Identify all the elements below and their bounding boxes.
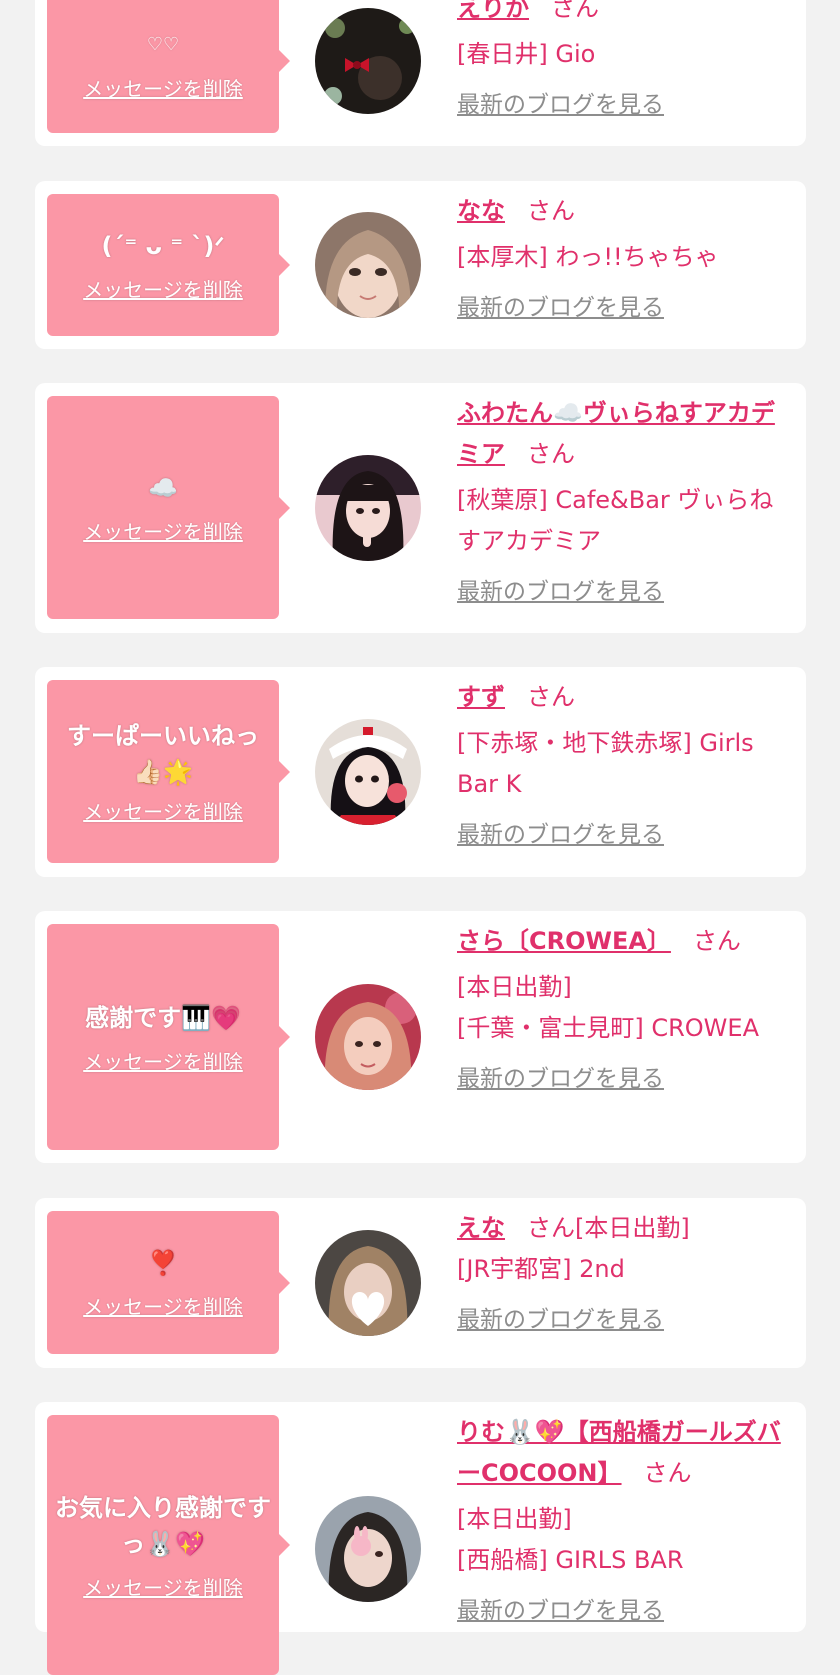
favorite-card: お気に入り感謝ですっ🐰💖 メッセージを削除 りむ🐰💖【西船橋ガールズバーCOCO… — [35, 1402, 806, 1675]
message-text: ☁️ — [148, 474, 178, 502]
avatar[interactable] — [315, 1496, 421, 1602]
cast-info: りむ🐰💖【西船橋ガールズバーCOCOON】 さん [本日出勤] [西船橋] GIR… — [457, 1412, 793, 1629]
favorite-card: ♡♡ メッセージを削除 えりか さん [春日井] Gio 最新のブログを見る — [35, 0, 806, 146]
favorite-card: (ˊ⁼ ᴗ ⁼ ˋ)ᐟ メッセージを削除 なな さん [本厚木] わっ!!ちゃちゃ… — [35, 181, 806, 349]
avatar[interactable] — [315, 212, 421, 318]
cast-info: ふわたん☁️ヴぃらねすアカデミア さん [秋葉原] Cafe&Bar ヴぃらねすア… — [457, 393, 793, 610]
cast-info: えな さん[本日出勤] [JR宇都宮] 2nd 最新のブログを見る — [457, 1208, 793, 1338]
latest-blog-link[interactable]: 最新のブログを見る — [457, 290, 793, 326]
latest-blog-link[interactable]: 最新のブログを見る — [457, 1302, 793, 1338]
cast-name-link[interactable]: りむ🐰💖【西船橋ガールズバーCOCOON】 — [457, 1418, 781, 1487]
delete-message-link[interactable]: メッセージを削除 — [83, 73, 243, 102]
cast-info: さら〔CROWEA〕 さん [本日出勤] [千葉・富士見町] CROWEA 最新の… — [457, 921, 793, 1097]
delete-message-link[interactable]: メッセージを削除 — [83, 796, 243, 825]
message-bubble: ☁️ メッセージを削除 — [47, 396, 290, 619]
cast-name-link[interactable]: なな — [457, 197, 505, 225]
message-text: お気に入り感謝ですっ🐰💖 — [55, 1493, 271, 1558]
message-bubble: (ˊ⁼ ᴗ ⁼ ˋ)ᐟ メッセージを削除 — [47, 194, 290, 336]
message-text: すーぱーいいねっ👍🏻🌟 — [67, 722, 259, 786]
shop-line: [JR宇都宮] 2nd — [457, 1255, 625, 1283]
shop-line: [本日出勤] — [575, 1214, 690, 1242]
honorific: さん — [527, 683, 575, 711]
honorific: さん — [643, 1459, 692, 1487]
delete-message-link[interactable]: メッセージを削除 — [83, 1572, 243, 1601]
message-text: 感謝です🎹💗 — [85, 1003, 241, 1032]
cast-name-link[interactable]: ふわたん☁️ヴぃらねすアカデミア — [457, 399, 775, 468]
shop-line: [本日出勤] — [457, 973, 572, 1001]
honorific: さん — [692, 927, 741, 955]
latest-blog-link[interactable]: 最新のブログを見る — [457, 87, 793, 123]
shop-line: [西船橋] GIRLS BAR — [457, 1546, 684, 1574]
shop-line: [本日出勤] — [457, 1505, 572, 1533]
latest-blog-link[interactable]: 最新のブログを見る — [457, 574, 793, 610]
message-bubble: 感謝です🎹💗 メッセージを削除 — [47, 924, 290, 1150]
favorite-card: ☁️ メッセージを削除 ふわたん☁️ヴぃらねすアカデミア さん [秋葉原] Caf… — [35, 383, 806, 633]
cast-name-link[interactable]: すず — [457, 683, 505, 711]
latest-blog-link[interactable]: 最新のブログを見る — [457, 817, 793, 853]
favorite-card: 感謝です🎹💗 メッセージを削除 さら〔CROWEA〕 さん [本日出勤] [千葉・… — [35, 911, 806, 1163]
avatar[interactable] — [315, 719, 421, 825]
favorite-card: ❣️ メッセージを削除 えな さん[本日出勤] [JR宇都宮] 2nd 最新のブロ… — [35, 1198, 806, 1368]
avatar[interactable] — [315, 455, 421, 561]
avatar[interactable] — [315, 1230, 421, 1336]
delete-message-link[interactable]: メッセージを削除 — [83, 1291, 243, 1320]
honorific: さん — [527, 1214, 575, 1242]
cast-name-link[interactable]: さら〔CROWEA〕 — [457, 927, 671, 955]
message-bubble: ♡♡ メッセージを削除 — [47, 0, 290, 133]
shop-line: [春日井] Gio — [457, 40, 596, 68]
message-text: (ˊ⁼ ᴗ ⁼ ˋ)ᐟ — [101, 231, 225, 260]
shop-line: [下赤塚・地下鉄赤塚] Girls Bar K — [457, 729, 754, 798]
cast-info: すず さん [下赤塚・地下鉄赤塚] Girls Bar K 最新のブログを見る — [457, 677, 793, 853]
cast-info: えりか さん [春日井] Gio 最新のブログを見る — [457, 0, 793, 123]
shop-line: [秋葉原] Cafe&Bar ヴぃらねすアカデミア — [457, 486, 774, 555]
cast-name-link[interactable]: えな — [457, 1214, 505, 1242]
cast-info: なな さん [本厚木] わっ!!ちゃちゃ 最新のブログを見る — [457, 191, 793, 326]
delete-message-link[interactable]: メッセージを削除 — [83, 274, 243, 303]
honorific: さん — [527, 197, 575, 225]
message-bubble: お気に入り感謝ですっ🐰💖 メッセージを削除 — [47, 1415, 290, 1675]
latest-blog-link[interactable]: 最新のブログを見る — [457, 1593, 793, 1629]
message-text: ♡♡ — [146, 34, 180, 55]
favorite-card: すーぱーいいねっ👍🏻🌟 メッセージを削除 すず さん [下赤塚・地下鉄赤塚] Gi… — [35, 667, 806, 877]
delete-message-link[interactable]: メッセージを削除 — [83, 1046, 243, 1075]
avatar[interactable] — [315, 984, 421, 1090]
latest-blog-link[interactable]: 最新のブログを見る — [457, 1061, 793, 1097]
delete-message-link[interactable]: メッセージを削除 — [83, 516, 243, 545]
shop-line: [千葉・富士見町] CROWEA — [457, 1014, 759, 1042]
honorific: さん — [551, 0, 599, 22]
message-bubble: すーぱーいいねっ👍🏻🌟 メッセージを削除 — [47, 680, 290, 863]
avatar[interactable] — [315, 8, 421, 114]
shop-line: [本厚木] わっ!!ちゃちゃ — [457, 243, 719, 271]
honorific: さん — [527, 440, 575, 468]
message-bubble: ❣️ メッセージを削除 — [47, 1211, 290, 1354]
message-text: ❣️ — [148, 1249, 178, 1277]
cast-name-link[interactable]: えりか — [457, 0, 529, 22]
